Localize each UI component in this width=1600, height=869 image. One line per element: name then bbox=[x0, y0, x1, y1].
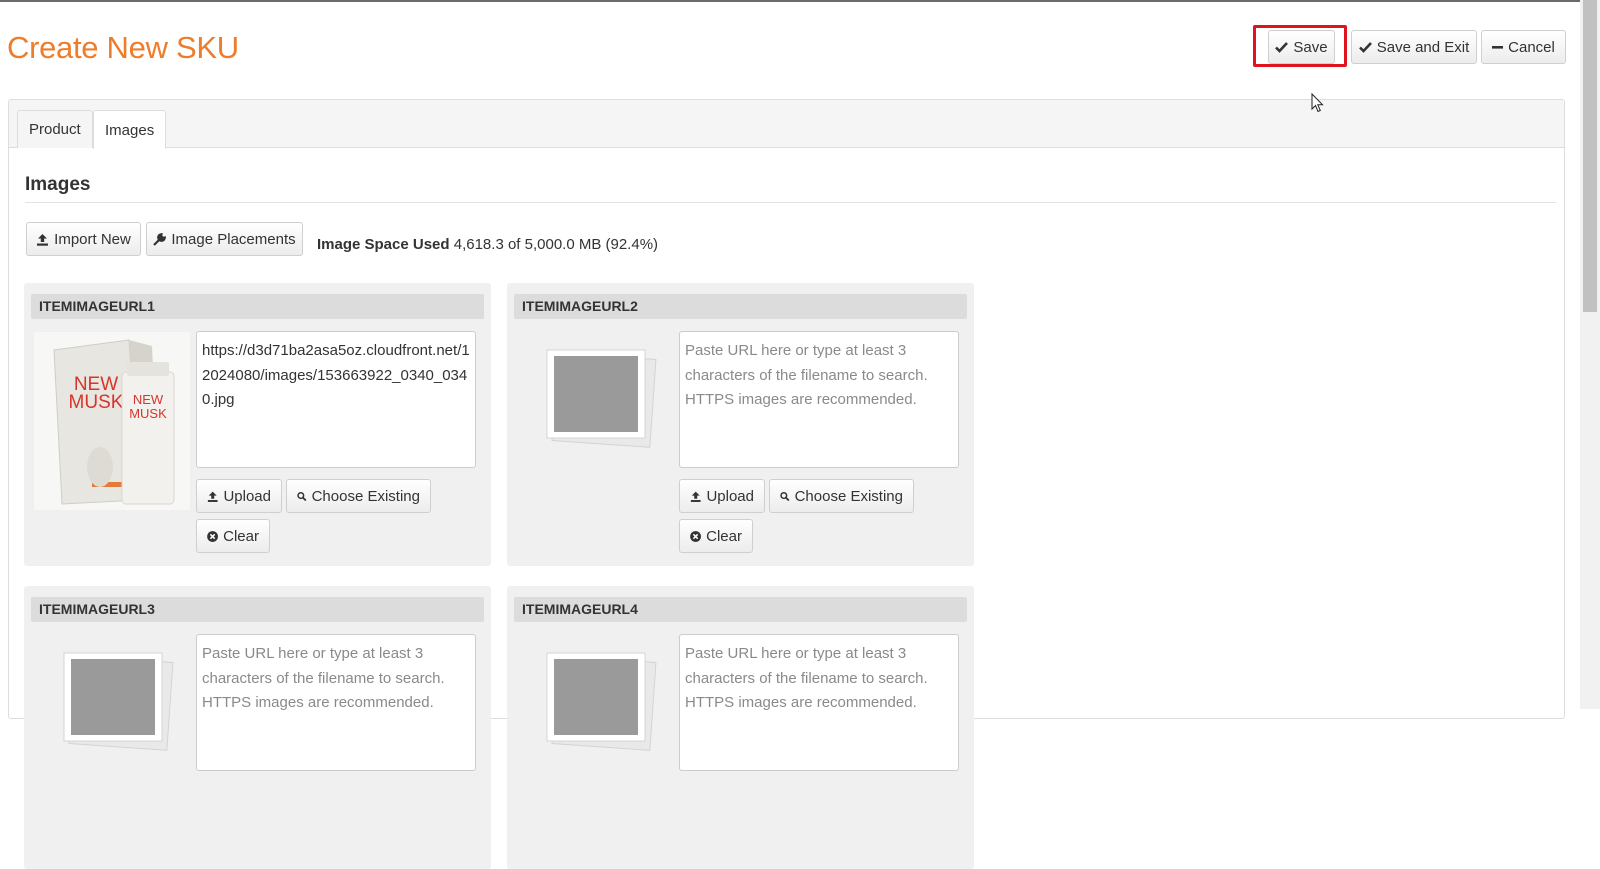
placeholder-image-icon bbox=[63, 652, 174, 751]
times-circle-icon bbox=[207, 530, 218, 542]
card-header: ITEMIMAGEURL4 bbox=[514, 597, 967, 622]
minus-icon bbox=[1492, 46, 1504, 49]
tab-images[interactable]: Images bbox=[93, 110, 167, 149]
svg-text:MUSK: MUSK bbox=[69, 392, 124, 413]
import-new-label: Import New bbox=[54, 230, 131, 248]
image-placeholder-thumbnail[interactable] bbox=[517, 635, 673, 813]
image-card-2: ITEMIMAGEURL2 Paste URL here or type at … bbox=[507, 283, 974, 566]
search-icon bbox=[297, 491, 307, 501]
placeholder-image-icon bbox=[546, 349, 657, 448]
image-url-input[interactable]: Paste URL here or type at least 3 charac… bbox=[679, 331, 959, 468]
clear-label: Clear bbox=[706, 527, 742, 545]
tab-bar: Product Images bbox=[9, 100, 1564, 149]
wrench-icon bbox=[153, 232, 167, 246]
placeholder-image-icon bbox=[546, 652, 657, 751]
save-and-exit-button[interactable]: Save and Exit bbox=[1351, 30, 1477, 64]
import-new-button[interactable]: Import New bbox=[26, 222, 141, 256]
check-icon bbox=[1358, 42, 1372, 53]
card-header: ITEMIMAGEURL2 bbox=[514, 294, 967, 319]
clear-button[interactable]: Clear bbox=[679, 519, 753, 553]
upload-icon bbox=[207, 491, 218, 502]
product-photo: NEW MUSK NEW MUSK bbox=[34, 332, 190, 510]
image-space-value: 4,618.3 of 5,000.0 MB (92.4%) bbox=[453, 236, 659, 253]
svg-text:NEW: NEW bbox=[133, 392, 164, 407]
image-space-label: Image Space Used bbox=[317, 236, 450, 253]
image-placeholder-thumbnail[interactable] bbox=[517, 332, 673, 510]
search-icon bbox=[780, 491, 790, 501]
clear-button[interactable]: Clear bbox=[196, 519, 270, 553]
times-circle-icon bbox=[690, 530, 701, 542]
mouse-cursor-icon bbox=[1311, 93, 1324, 113]
card-header: ITEMIMAGEURL3 bbox=[31, 597, 484, 622]
image-placements-label: Image Placements bbox=[171, 230, 296, 248]
cancel-button-label: Cancel bbox=[1508, 38, 1555, 56]
upload-button[interactable]: Upload bbox=[196, 479, 282, 513]
image-card-1: ITEMIMAGEURL1 NEW MUSK NEW MUSK https://… bbox=[24, 283, 491, 566]
upload-label: Upload bbox=[223, 487, 271, 505]
image-placeholder-thumbnail[interactable] bbox=[34, 635, 190, 813]
sku-form-panel: Product Images Images Import New Image P… bbox=[8, 99, 1565, 869]
choose-existing-button[interactable]: Choose Existing bbox=[769, 479, 914, 513]
image-url-input[interactable]: Paste URL here or type at least 3 charac… bbox=[679, 634, 959, 771]
choose-existing-label: Choose Existing bbox=[794, 487, 903, 505]
upload-button[interactable]: Upload bbox=[679, 479, 765, 513]
image-card-4: ITEMIMAGEURL4 Paste URL here or type at … bbox=[507, 586, 974, 869]
page-title: Create New SKU bbox=[7, 30, 239, 65]
image-card-3: ITEMIMAGEURL3 Paste URL here or type at … bbox=[24, 586, 491, 869]
image-placements-button[interactable]: Image Placements bbox=[146, 222, 303, 256]
choose-existing-button[interactable]: Choose Existing bbox=[286, 479, 431, 513]
image-url-input[interactable]: Paste URL here or type at least 3 charac… bbox=[196, 634, 476, 771]
save-button-highlight bbox=[1253, 25, 1347, 67]
cancel-button[interactable]: Cancel bbox=[1481, 30, 1566, 64]
card-header: ITEMIMAGEURL1 bbox=[31, 294, 484, 319]
choose-existing-label: Choose Existing bbox=[311, 487, 420, 505]
images-section-title: Images bbox=[25, 174, 91, 195]
tab-product[interactable]: Product bbox=[17, 110, 93, 148]
upload-icon bbox=[690, 491, 701, 502]
scrollbar-thumb[interactable] bbox=[1583, 0, 1597, 312]
tab-images-label: Images bbox=[105, 121, 155, 139]
product-image-thumbnail[interactable]: NEW MUSK NEW MUSK bbox=[34, 332, 190, 510]
image-space-used: Image Space Used 4,618.3 of 5,000.0 MB (… bbox=[317, 236, 658, 253]
section-divider bbox=[25, 202, 1556, 203]
svg-text:MUSK: MUSK bbox=[129, 406, 167, 421]
image-url-input[interactable]: https://d3d71ba2asa5oz.cloudfront.net/12… bbox=[196, 331, 476, 468]
upload-icon bbox=[37, 233, 49, 246]
save-and-exit-label: Save and Exit bbox=[1376, 38, 1470, 56]
tab-product-label: Product bbox=[29, 121, 81, 138]
clear-label: Clear bbox=[223, 527, 259, 545]
window-top-border bbox=[0, 0, 1580, 2]
upload-label: Upload bbox=[706, 487, 754, 505]
